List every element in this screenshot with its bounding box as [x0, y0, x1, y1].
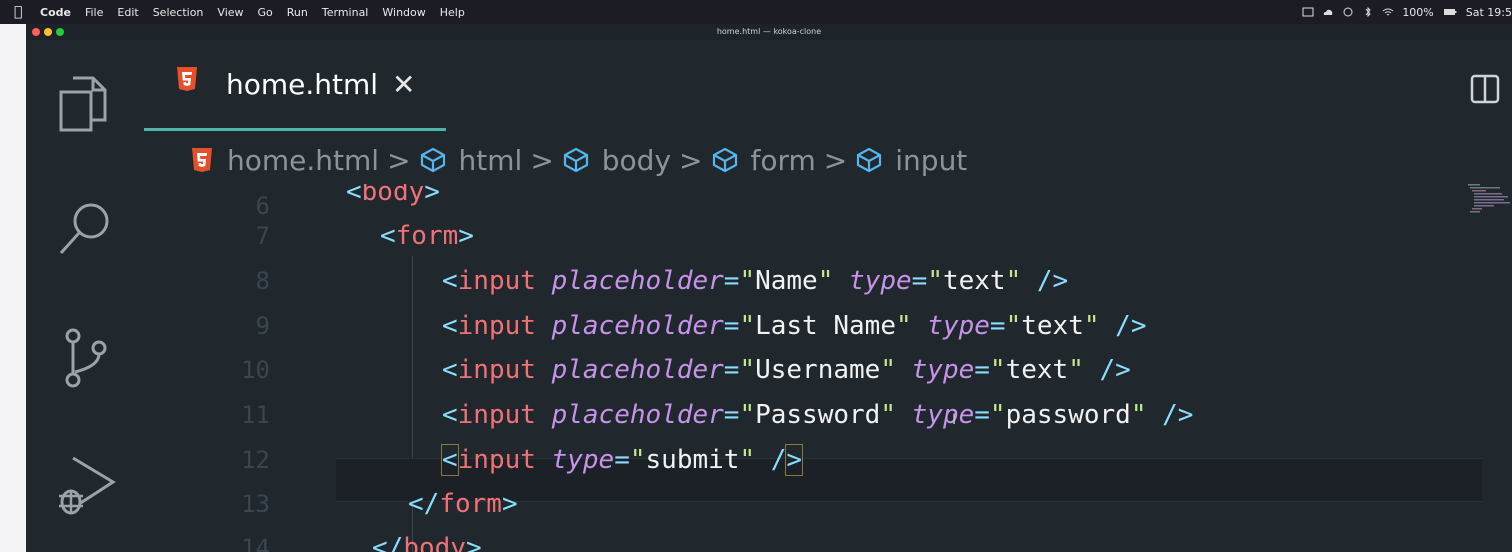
- line-number: 12: [241, 446, 270, 474]
- menu-terminal[interactable]: Terminal: [322, 6, 369, 19]
- source-control-icon[interactable]: [51, 322, 121, 392]
- battery-percent: 100%: [1402, 5, 1434, 19]
- vscode-window: home.html — kokoa-clone home.html ✕ home…: [26, 24, 1512, 552]
- menu-run[interactable]: Run: [287, 6, 308, 19]
- menu-selection[interactable]: Selection: [153, 6, 204, 19]
- line-number: 13: [241, 490, 270, 518]
- bracket-match: >: [785, 444, 804, 476]
- symbol-cube-icon: [420, 147, 445, 173]
- code-line[interactable]: 7 <form>: [192, 214, 1482, 258]
- line-number: 11: [241, 401, 270, 429]
- breadcrumb-html[interactable]: html: [459, 144, 523, 177]
- chevron-right-icon: >: [823, 143, 848, 177]
- line-number: 8: [255, 267, 270, 295]
- chevron-right-icon: >: [530, 143, 554, 177]
- line-number: 9: [255, 312, 270, 340]
- activity-bar: [26, 40, 144, 552]
- line-number: 14: [241, 534, 270, 552]
- code-line[interactable]: 14 </body>: [192, 526, 1482, 552]
- status-tray: 100% Sat 19:5: [1302, 0, 1512, 24]
- bluetooth-icon[interactable]: [1362, 7, 1374, 17]
- tab-home-html[interactable]: home.html ✕: [144, 40, 446, 131]
- split-editor-icon[interactable]: [1470, 74, 1500, 104]
- breadcrumb-body[interactable]: body: [602, 144, 671, 177]
- close-tab-button[interactable]: ✕: [392, 68, 415, 101]
- window-titlebar: home.html — kokoa-clone: [26, 24, 1512, 40]
- bracket-match: <: [441, 444, 459, 476]
- line-number: 7: [255, 222, 270, 250]
- wifi-icon[interactable]: [1382, 7, 1394, 17]
- mouse-ibeam-cursor: I: [952, 412, 957, 428]
- symbol-cube-icon: [857, 147, 882, 173]
- code-line[interactable]: 9 <input placeholder="Last Name" type="t…: [192, 304, 1482, 348]
- macos-menubar:  Code File Edit Selection View Go Run T…: [0, 0, 1512, 24]
- screen-record-icon[interactable]: [1302, 7, 1314, 17]
- line-number: 10: [241, 356, 270, 384]
- menu-file[interactable]: File: [85, 6, 103, 19]
- apple-icon[interactable]: : [14, 4, 22, 20]
- code-line[interactable]: 8 <input placeholder="Name" type="text" …: [192, 259, 1482, 303]
- html5-icon: [192, 148, 212, 172]
- search-icon[interactable]: [51, 195, 121, 265]
- breadcrumb-input[interactable]: input: [895, 144, 967, 177]
- explorer-icon[interactable]: [51, 68, 121, 138]
- code-line[interactable]: 11 <input placeholder="Password" type="p…: [192, 393, 1482, 437]
- chevron-right-icon: >: [679, 143, 703, 177]
- battery-icon[interactable]: [1442, 7, 1458, 17]
- breadcrumb-form[interactable]: form: [751, 144, 816, 177]
- symbol-cube-icon: [563, 147, 588, 173]
- clock[interactable]: Sat 19:5: [1466, 6, 1512, 19]
- run-debug-icon[interactable]: [51, 450, 121, 520]
- menu-code[interactable]: Code: [40, 6, 71, 19]
- html5-icon: [177, 67, 197, 91]
- chevron-right-icon: >: [387, 143, 411, 177]
- time-machine-icon[interactable]: [1342, 7, 1354, 17]
- symbol-cube-icon: [712, 147, 737, 173]
- cloud-icon[interactable]: [1322, 7, 1334, 17]
- editor-tabs: home.html ✕: [144, 40, 1512, 131]
- menu-view[interactable]: View: [217, 6, 243, 19]
- menu-go[interactable]: Go: [258, 6, 273, 19]
- code-line[interactable]: 13 </form>: [192, 482, 1482, 526]
- minimap[interactable]: [1466, 182, 1510, 242]
- code-editor[interactable]: 6 <body> 7 <form> 8 <input placeholder="…: [192, 184, 1482, 552]
- breadcrumb-file[interactable]: home.html: [227, 144, 379, 177]
- window-title: home.html — kokoa-clone: [716, 27, 822, 36]
- tab-label: home.html: [226, 68, 379, 101]
- menu-help[interactable]: Help: [440, 6, 465, 19]
- code-line-current[interactable]: 12 <input type="submit" />: [192, 438, 1482, 482]
- breadcrumb: home.html > html > body > form > input: [191, 140, 967, 180]
- code-line[interactable]: 10 <input placeholder="Username" type="t…: [192, 348, 1482, 392]
- menu-edit[interactable]: Edit: [117, 6, 138, 19]
- menu-window[interactable]: Window: [382, 6, 425, 19]
